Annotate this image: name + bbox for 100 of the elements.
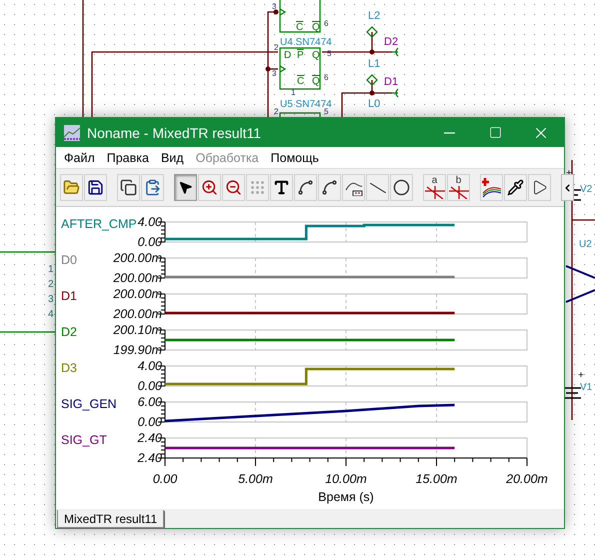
wire: [0, 251, 55, 253]
trace-name: D1: [61, 289, 77, 303]
menu-item[interactable]: Файл: [58, 150, 101, 164]
cross-icon: [424, 186, 444, 199]
toolbar-button[interactable]: [270, 174, 293, 201]
grid-line: [255, 402, 256, 422]
line-icon: [370, 182, 386, 192]
connector: [391, 88, 399, 98]
zoom-out-icon: [225, 179, 242, 196]
toolbar-button[interactable]: [294, 174, 317, 201]
y-tick-label: 6.00: [138, 395, 162, 409]
text-tool-icon: [273, 179, 290, 196]
grid-line: [436, 222, 437, 242]
component-label: L2: [368, 10, 380, 22]
component-label: V1: [580, 382, 592, 393]
x-axis-label: Время (s): [318, 490, 374, 504]
pin-label: C: [296, 22, 304, 33]
pin-number: 2: [274, 107, 278, 116]
component-label: D1: [384, 76, 398, 88]
pin-number: 2: [48, 279, 54, 290]
pin-label: P: [297, 50, 304, 61]
trace-name: D0: [61, 253, 77, 267]
y-tick-label: 2.40: [138, 451, 162, 465]
y-tick-label: 200.10m: [113, 323, 162, 337]
y-tick-label: 200.00m: [113, 271, 162, 285]
pin-number: 5: [324, 107, 328, 116]
grid-line: [255, 222, 256, 242]
y-tick-label: 2.40: [138, 431, 162, 445]
paste-icon: [144, 179, 161, 196]
x-tick-label: 0.00: [152, 472, 178, 486]
toolbar-button[interactable]: [366, 174, 389, 201]
grid-line: [255, 330, 256, 350]
pin-label: D: [284, 50, 292, 61]
scroll-left-button[interactable]: [561, 174, 574, 201]
pin-label: Q: [312, 50, 320, 61]
connector: [391, 47, 399, 57]
pin-number: 2: [274, 43, 278, 52]
folder-icon: [63, 179, 80, 196]
toolbar-button[interactable]: b: [447, 174, 470, 201]
pin-number: 3: [272, 2, 276, 11]
x-tick-label: 5.00m: [238, 472, 273, 486]
y-tick-label: 200.00m: [113, 251, 162, 265]
probe-diamond: [366, 74, 378, 86]
toolbar-button[interactable]: [390, 174, 413, 201]
junction-dot: [370, 50, 374, 54]
pin-number: 4: [48, 309, 54, 320]
circle-icon: [393, 179, 410, 196]
junction-dot: [266, 66, 270, 72]
pin-number: 3: [48, 294, 54, 305]
x-tick-label: 10.00m: [325, 472, 367, 486]
copy-icon: [120, 179, 137, 196]
grid-line: [436, 402, 437, 422]
trace-name: D2: [61, 325, 77, 339]
component-label: U2: [579, 239, 592, 250]
menu-item[interactable]: Помощь: [264, 150, 325, 164]
x-tick-label: 20.00m: [506, 472, 548, 486]
toolbar-button[interactable]: [84, 174, 107, 201]
pin-label: Q: [312, 76, 320, 87]
wire: [0, 331, 55, 333]
component-label: D2: [384, 36, 398, 48]
dots-icon: [249, 179, 266, 196]
chart-app-icon: [64, 124, 80, 140]
pointer-icon: [178, 180, 193, 195]
pin-number: 1: [48, 264, 54, 275]
toolbar-button[interactable]: [117, 174, 140, 201]
chip-outline: [279, 0, 321, 33]
toolbar-button[interactable]: [480, 174, 503, 201]
toolbar-button[interactable]: [528, 174, 551, 201]
component-label: +: [578, 370, 584, 381]
minimize-icon: [444, 132, 454, 134]
pin-label: Q: [312, 22, 320, 33]
trace-name: SIG_GT: [61, 433, 107, 447]
curve-icon: [297, 179, 314, 196]
menu-item[interactable]: Правка: [100, 150, 155, 164]
component-label: U5 SN7474: [280, 99, 332, 110]
grid-line: [436, 330, 437, 350]
cross-icon: [448, 186, 468, 199]
curve-icon: [321, 179, 338, 196]
y-tick-label: 200.00m: [113, 287, 162, 301]
trace-name: SIG_GEN: [61, 397, 117, 411]
traces-icon: [482, 178, 502, 198]
y-tick-label: 199.90m: [113, 343, 162, 357]
component-label: V2: [580, 184, 592, 195]
toolbar-button[interactable]: [342, 174, 365, 201]
toolbar-button[interactable]: [174, 174, 197, 201]
pin-label: C: [297, 76, 304, 87]
toolbar-button[interactable]: a: [423, 174, 446, 201]
chip-outline: [279, 47, 321, 90]
toolbar-button[interactable]: [318, 174, 341, 201]
grid-line: [255, 366, 256, 386]
y-tick-label: 4.00: [138, 215, 162, 229]
component-label: L0: [368, 98, 380, 110]
grid-line: [255, 438, 256, 458]
menu-item[interactable]: Вид: [154, 150, 190, 164]
zoom-in-icon: [201, 179, 218, 196]
component-label: L1: [368, 58, 380, 70]
toolbar-button[interactable]: [504, 174, 527, 201]
save-icon: [87, 179, 104, 196]
document-tab[interactable]: MixedTR result11: [57, 510, 164, 528]
pin-number: 3: [272, 69, 276, 78]
